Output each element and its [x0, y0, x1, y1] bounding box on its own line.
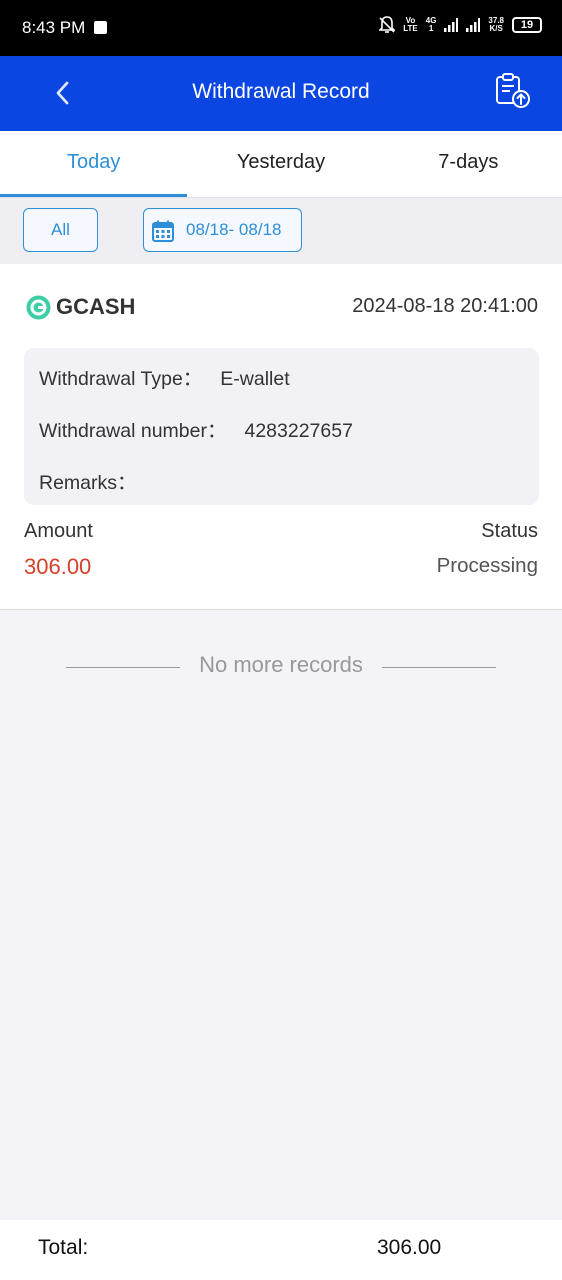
- status-time: 8:43 PM: [22, 18, 86, 37]
- battery-icon: 19: [512, 17, 542, 33]
- status-bar: 8:43 PM Vo LTE 4G 1 37.8 K/S 19: [0, 0, 562, 56]
- page-title: Withdrawal Record: [192, 80, 370, 103]
- remarks-row: Remarks：: [39, 466, 155, 495]
- calendar-icon: [152, 220, 174, 242]
- export-record-button[interactable]: [494, 72, 532, 110]
- withdrawal-number-label: Withdrawal number：: [39, 420, 227, 442]
- tab-yesterday[interactable]: Yesterday: [187, 131, 374, 197]
- network-speed: 37.8 K/S: [488, 16, 504, 33]
- volte-indicator: Vo LTE: [403, 16, 418, 33]
- record-datetime: 2024-08-18 20:41:00: [352, 295, 538, 317]
- divider-right: [382, 667, 496, 668]
- withdrawal-number-row: Withdrawal number： 4283227657: [39, 414, 353, 443]
- total-label: Total:: [38, 1236, 89, 1259]
- status-value: Processing: [436, 554, 538, 577]
- list-end-text: No more records: [199, 652, 363, 677]
- amount-value: 306.00: [24, 554, 92, 579]
- remarks-label: Remarks：: [39, 472, 137, 494]
- tab-today[interactable]: Today: [0, 131, 188, 197]
- network-type-indicator: 4G 1: [425, 16, 437, 33]
- filter-all-button[interactable]: All: [23, 208, 98, 252]
- withdrawal-type-value: E-wallet: [220, 368, 290, 390]
- list-end-indicator: No more records: [0, 652, 562, 682]
- filter-bar: All 08/18- 08/18: [0, 197, 562, 264]
- bell-off-icon: [379, 16, 396, 33]
- signal-icon-2: [466, 18, 481, 32]
- app-header: Withdrawal Record: [0, 56, 562, 131]
- withdrawal-type-label: Withdrawal Type：: [39, 368, 203, 390]
- signal-icon: [444, 18, 459, 32]
- record-details: Withdrawal Type： E-wallet Withdrawal numb…: [24, 348, 539, 505]
- total-value: 306.00: [377, 1236, 442, 1259]
- withdrawal-record-card[interactable]: GCASH 2024-08-18 20:41:00 Withdrawal Typ…: [0, 264, 562, 610]
- clipboard-upload-icon: [496, 73, 530, 108]
- date-tabs: Today Yesterday 7-days: [0, 131, 562, 197]
- date-range-text: 08/18- 08/18: [186, 220, 282, 239]
- notification-icon: [94, 21, 107, 34]
- withdrawal-type-row: Withdrawal Type： E-wallet: [39, 362, 290, 391]
- provider-name: GCASH: [56, 294, 136, 319]
- withdrawal-number-value: 4283227657: [244, 420, 353, 442]
- status-icons: Vo LTE 4G 1 37.8 K/S 19: [379, 16, 542, 34]
- tab-7-days[interactable]: 7-days: [375, 131, 562, 197]
- amount-label: Amount: [24, 520, 93, 542]
- date-range-button[interactable]: 08/18- 08/18: [143, 208, 302, 252]
- total-footer: Total: 306.00: [0, 1220, 562, 1280]
- gcash-logo-icon: [26, 295, 51, 319]
- provider: GCASH: [26, 294, 135, 320]
- status-label: Status: [481, 520, 538, 542]
